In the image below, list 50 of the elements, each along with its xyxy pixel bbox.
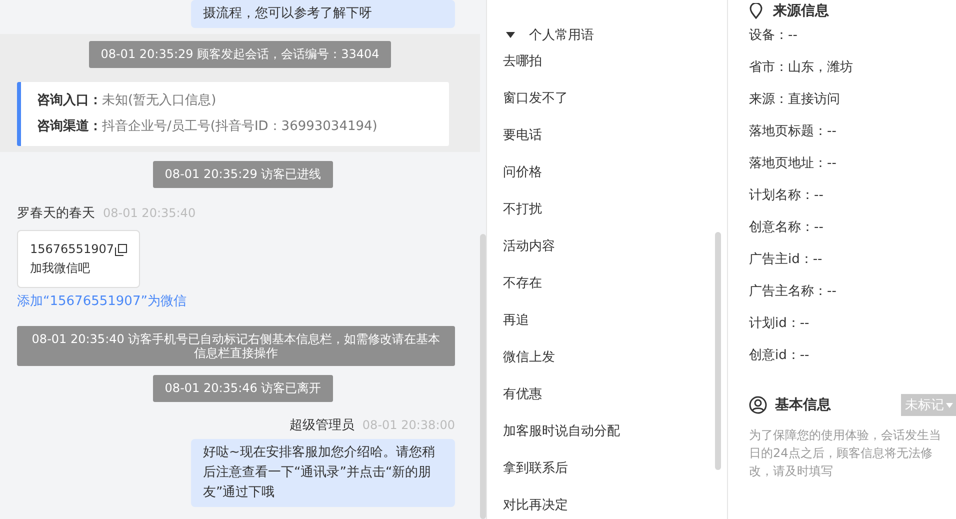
phrase-item[interactable]: 要电话 bbox=[487, 117, 727, 155]
info-field: 落地页标题：-- bbox=[749, 116, 956, 148]
section-title: 基本信息 bbox=[775, 396, 831, 414]
field-value: 未知(暂无入口信息) bbox=[102, 93, 216, 108]
info-field: 创意名称：-- bbox=[749, 212, 956, 244]
sender-name: 超级管理员 bbox=[289, 417, 354, 434]
system-notice: 08-01 20:35:46 访客已离开 bbox=[152, 375, 334, 402]
field-value: 抖音企业号/员工号(抖音号ID：36993034194) bbox=[102, 119, 378, 134]
message-time: 08-01 20:35:40 bbox=[103, 206, 196, 220]
phrase-group-toggle[interactable]: 个人常用语 bbox=[487, 26, 727, 44]
message-bubble: 摄流程，您可以参考了解下呀 bbox=[191, 0, 455, 28]
phrase-item[interactable]: 有优惠 bbox=[487, 376, 727, 414]
copy-icon[interactable] bbox=[114, 244, 127, 256]
phrase-item[interactable]: 微信上发 bbox=[487, 339, 727, 377]
phrase-item[interactable]: 对比再决定 bbox=[487, 487, 727, 519]
info-field: 广告主名称：-- bbox=[749, 276, 956, 308]
info-field: 计划名称：-- bbox=[749, 180, 956, 212]
phrase-item[interactable]: 再追 bbox=[487, 302, 727, 340]
info-field: 计划id：-- bbox=[749, 308, 956, 340]
phone-number: 15676551907 bbox=[30, 241, 114, 258]
sender-name: 罗春天的春天 bbox=[17, 205, 95, 222]
system-notice: 08-01 20:35:29 访客已进线 bbox=[152, 161, 334, 188]
message-text: 加我微信吧 bbox=[30, 260, 91, 277]
field-label: 咨询入口： bbox=[37, 93, 102, 108]
message-bubble: 好哒~现在安排客服加您介绍哈。请您稍后注意查看一下“通讯录”并点击“新的朋友”通过下哦 bbox=[191, 439, 455, 507]
info-field: 广告主id：-- bbox=[749, 244, 956, 276]
phrase-item[interactable]: 问价格 bbox=[487, 154, 727, 192]
info-field: 省市：山东，潍坊 bbox=[749, 52, 956, 84]
info-field: 落地页地址：-- bbox=[749, 148, 956, 180]
phrase-item[interactable]: 加客服时说自动分配 bbox=[487, 413, 727, 451]
system-notice: 08-01 20:35:40 访客手机号已自动标记右侧基本信息栏，如需修改请在基本信息栏直接操作 bbox=[17, 326, 455, 366]
phrase-item[interactable]: 窗口发不了 bbox=[487, 80, 727, 118]
location-icon bbox=[749, 3, 763, 19]
message-time: 08-01 20:38:00 bbox=[362, 418, 455, 432]
section-title: 来源信息 bbox=[773, 2, 829, 20]
info-field: 创意id：-- bbox=[749, 340, 956, 372]
scrollbar[interactable] bbox=[480, 234, 486, 519]
phrase-item[interactable]: 不打扰 bbox=[487, 191, 727, 229]
info-field: 设备：-- bbox=[749, 20, 956, 52]
phrase-item[interactable]: 活动内容 bbox=[487, 228, 727, 266]
notice-text: 为了保障您的使用体验，会话发生当日的24点之后，顾客信息将无法修改，请及时填写 bbox=[749, 427, 942, 480]
system-notice: 08-01 20:35:29 顾客发起会话，会话编号：33404 bbox=[88, 41, 392, 68]
phrase-item[interactable]: 不存在 bbox=[487, 265, 727, 303]
caret-icon bbox=[946, 402, 953, 408]
scrollbar[interactable] bbox=[715, 232, 721, 470]
info-field: 来源：直接访问 bbox=[749, 84, 956, 116]
user-icon bbox=[749, 396, 767, 414]
field-label: 咨询渠道： bbox=[37, 119, 102, 134]
phrase-item[interactable]: 拿到联系后 bbox=[487, 450, 727, 488]
phrase-item[interactable]: 去哪拍 bbox=[487, 43, 727, 81]
